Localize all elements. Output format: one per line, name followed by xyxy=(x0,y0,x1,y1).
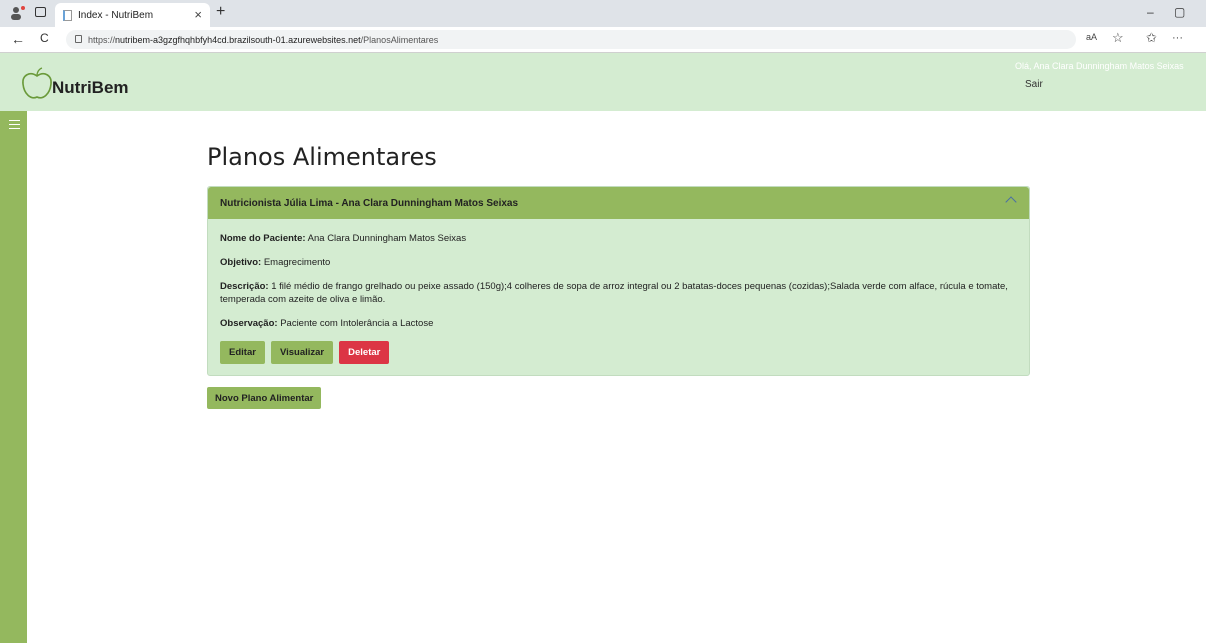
card-actions: Editar Visualizar Deletar xyxy=(220,341,1017,364)
meal-plan-card-body: Nome do Paciente: Ana Clara Dunningham M… xyxy=(208,219,1029,364)
user-greeting: Olá, Ana Clara Dunningham Matos Seixas xyxy=(1015,61,1184,71)
profile-icon[interactable] xyxy=(10,6,26,20)
url-host: nutribem-a3gzgfhqhbfyh4cd.brazilsouth-01… xyxy=(115,34,361,45)
menu-icon[interactable] xyxy=(9,120,20,129)
refresh-icon[interactable]: C xyxy=(40,31,49,45)
note-field: Observação: Paciente com Intolerância a … xyxy=(220,317,1017,330)
read-aloud-icon[interactable]: aA xyxy=(1086,32,1097,42)
restore-icon[interactable]: ▢ xyxy=(1174,5,1185,19)
logout-link[interactable]: Sair xyxy=(1025,79,1043,90)
view-button[interactable]: Visualizar xyxy=(270,341,334,364)
page-favicon-icon xyxy=(63,9,72,21)
description-value: 1 filé médio de frango grelhado ou peixe… xyxy=(220,281,1008,305)
edit-button[interactable]: Editar xyxy=(220,341,265,364)
note-value: Paciente com Intolerância a Lactose xyxy=(280,318,434,329)
meal-plan-card: Nutricionista Júlia Lima - Ana Clara Dun… xyxy=(207,186,1030,376)
favorites-icon[interactable]: ✩ xyxy=(1146,30,1157,46)
goal-label: Objetivo: xyxy=(220,257,262,268)
meal-plan-card-title: Nutricionista Júlia Lima - Ana Clara Dun… xyxy=(220,197,519,209)
browser-tab[interactable]: Index - NutriBem × xyxy=(55,3,210,27)
minimize-icon[interactable]: – xyxy=(1147,5,1154,19)
patient-name-field: Nome do Paciente: Ana Clara Dunningham M… xyxy=(220,232,1017,245)
patient-name-label: Nome do Paciente: xyxy=(220,233,306,244)
note-label: Observação: xyxy=(220,318,278,329)
new-tab-button[interactable]: + xyxy=(216,3,225,21)
brand-name: NutriBem xyxy=(52,78,129,97)
tab-title: Index - NutriBem xyxy=(78,9,154,21)
tab-actions-icon[interactable] xyxy=(35,7,46,17)
back-icon[interactable]: ← xyxy=(11,31,25,47)
page-title: Planos Alimentares xyxy=(207,143,437,171)
brand-logo[interactable]: NutriBem xyxy=(20,66,129,102)
favorite-star-icon[interactable]: ☆ xyxy=(1112,30,1124,46)
new-meal-plan-button[interactable]: Novo Plano Alimentar xyxy=(207,387,322,409)
chevron-up-icon[interactable] xyxy=(1005,196,1017,208)
delete-button[interactable]: Deletar xyxy=(339,341,390,364)
url-prefix: https:// xyxy=(88,34,116,45)
description-label: Descrição: xyxy=(220,281,269,292)
browser-tab-bar: Index - NutriBem × + – ▢ xyxy=(0,0,1206,27)
meal-plan-card-header[interactable]: Nutricionista Júlia Lima - Ana Clara Dun… xyxy=(208,187,1029,219)
goal-value: Emagrecimento xyxy=(263,257,331,268)
close-tab-icon[interactable]: × xyxy=(194,7,202,22)
goal-field: Objetivo: Emagrecimento xyxy=(220,256,1017,269)
sidebar xyxy=(0,111,27,643)
apple-icon xyxy=(22,67,52,99)
address-bar-row: ← C https://nutribem-a3gzgfhqhbfyh4cd.br… xyxy=(0,27,1206,53)
url-path: /PlanosAlimentares xyxy=(360,34,439,45)
url-input[interactable]: https://nutribem-a3gzgfhqhbfyh4cd.brazil… xyxy=(66,30,1076,49)
lock-icon xyxy=(75,35,82,43)
patient-name-value: Ana Clara Dunningham Matos Seixas xyxy=(307,233,467,244)
more-icon[interactable]: ··· xyxy=(1172,32,1183,44)
description-field: Descrição: 1 filé médio de frango grelha… xyxy=(220,280,1017,306)
